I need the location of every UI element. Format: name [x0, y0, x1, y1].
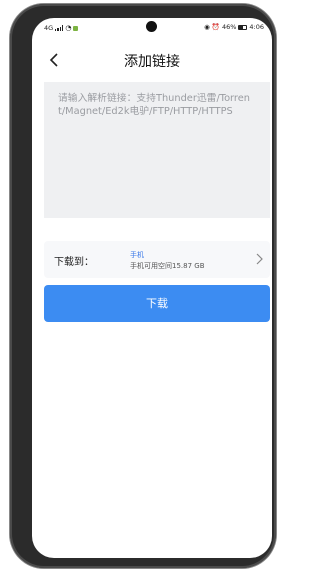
- download-device: 手机: [130, 251, 144, 259]
- wifi-icon: ◔: [65, 24, 72, 32]
- download-location-row[interactable]: 下载到： 手机 手机可用空间15.87 GB: [44, 241, 270, 278]
- status-right: ◉ ⏰ 46% 4:06: [204, 23, 264, 31]
- signal-icon: [55, 25, 64, 31]
- clock: 4:06: [249, 23, 264, 31]
- status-left: 4G ◔: [44, 24, 79, 32]
- top-bar: 添加链接: [32, 46, 272, 74]
- notification-icon: [73, 25, 79, 31]
- link-input-placeholder: 请输入解析链接：支持Thunder迅雷/Torrent/Magnet/Ed2k电…: [58, 93, 250, 117]
- download-location-label: 下载到：: [54, 257, 94, 268]
- free-space-text: 手机可用空间15.87 GB: [130, 262, 205, 270]
- screen: 4G ◔ ◉ ⏰ 46% 4:06 添加链接 请输入解析链接：支持Thunder…: [32, 18, 272, 558]
- status-bar: 4G ◔ ◉ ⏰ 46% 4:06: [32, 18, 272, 34]
- phone-frame: 4G ◔ ◉ ⏰ 46% 4:06 添加链接 请输入解析链接：支持Thunder…: [10, 4, 276, 568]
- alarm-icon: ⏰: [211, 23, 220, 31]
- network-type: 4G: [44, 24, 54, 32]
- page-title: 添加链接: [124, 54, 180, 70]
- chevron-right-icon: [252, 250, 266, 268]
- eye-icon: ◉: [204, 23, 210, 31]
- battery-icon: [238, 24, 248, 30]
- battery-percent: 46%: [221, 23, 237, 31]
- download-button[interactable]: 下载: [44, 285, 270, 322]
- link-input[interactable]: 请输入解析链接：支持Thunder迅雷/Torrent/Magnet/Ed2k电…: [44, 82, 270, 218]
